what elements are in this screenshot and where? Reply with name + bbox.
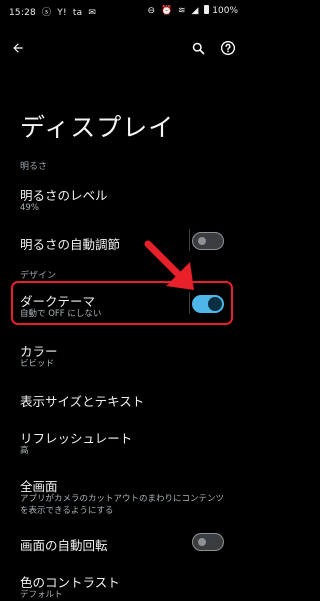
contrast-value: デフォルト bbox=[20, 590, 63, 600]
section-design: デザイン bbox=[20, 271, 57, 281]
notification-icon: ⓢ bbox=[42, 8, 52, 18]
page-title: ディスプレイ bbox=[20, 113, 175, 142]
refresh-rate-value: 高 bbox=[20, 446, 29, 456]
app-icon: ta bbox=[72, 8, 83, 18]
toggle-knob bbox=[198, 538, 206, 546]
auto-rotate-toggle[interactable] bbox=[192, 533, 224, 551]
wifi-icon: ≋ bbox=[178, 6, 186, 16]
full-screen-sub: アプリがカメラのカットアウトのまわりにコンテンツを表示できるようにする bbox=[20, 494, 225, 516]
yahoo-icon: Y! bbox=[57, 8, 67, 18]
brightness-level-value: 49% bbox=[20, 203, 39, 213]
status-left: 15:28 ⓢ Y! ta ✉ bbox=[9, 5, 96, 18]
status-bar: 15:28 ⓢ Y! ta ✉ ⊖ ⏰ ≋ ◢ 100% bbox=[0, 0, 245, 22]
alarm-icon: ⏰ bbox=[160, 6, 173, 16]
auto-rotate-title: 画面の自動回転 bbox=[20, 538, 108, 553]
refresh-rate-title: リフレッシュレート bbox=[20, 431, 133, 446]
back-button[interactable] bbox=[6, 36, 30, 60]
arrow-back-icon bbox=[13, 43, 23, 53]
section-brightness: 明るさ bbox=[20, 162, 48, 172]
color-value: ビビッド bbox=[20, 359, 55, 369]
battery-level: 100% bbox=[212, 6, 238, 16]
help-button[interactable] bbox=[216, 36, 240, 60]
search-icon bbox=[192, 42, 204, 54]
annotation-arrow-icon bbox=[144, 240, 194, 290]
mail-icon: ✉ bbox=[88, 8, 97, 18]
dnd-icon: ⊖ bbox=[147, 6, 156, 16]
signal-icon: ◢ bbox=[191, 6, 199, 16]
auto-brightness-title: 明るさの自動調節 bbox=[20, 237, 121, 252]
clock: 15:28 bbox=[9, 8, 36, 18]
help-icon bbox=[221, 41, 235, 55]
battery-icon bbox=[204, 5, 210, 14]
status-right: ⊖ ⏰ ≋ ◢ 100% bbox=[145, 5, 238, 16]
display-size-title: 表示サイズとテキスト bbox=[20, 394, 145, 409]
search-button[interactable] bbox=[186, 36, 210, 60]
